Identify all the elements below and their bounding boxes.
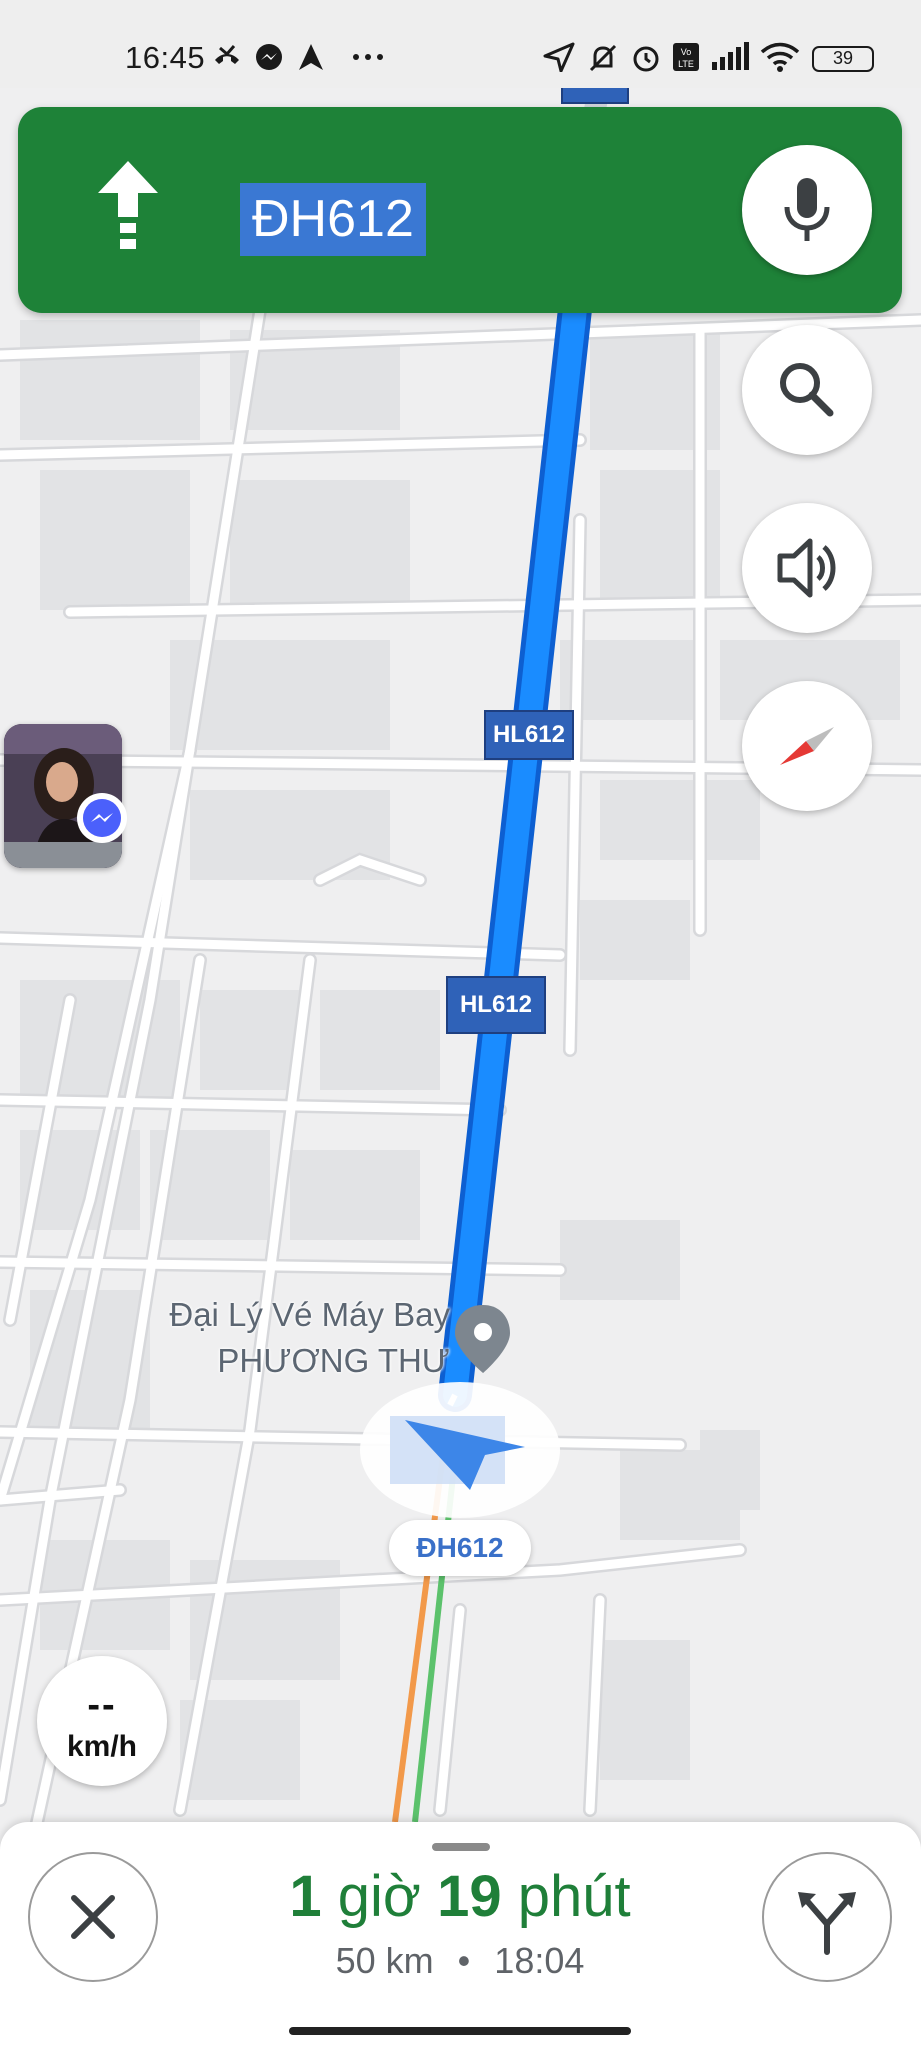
trip-separator: • xyxy=(457,1940,471,1981)
messenger-badge xyxy=(77,793,127,843)
compass-icon xyxy=(780,727,834,765)
road-shield: HL612 xyxy=(484,710,574,760)
mute-bell-icon xyxy=(589,44,617,72)
eta-duration: 1 giờ 19 phút xyxy=(160,1864,760,1930)
svg-text:Vo: Vo xyxy=(681,47,692,57)
eta-minutes: 19 xyxy=(437,1864,502,1929)
home-indicator[interactable] xyxy=(289,2027,631,2035)
sound-button[interactable] xyxy=(742,503,872,633)
signal-icon xyxy=(712,42,749,70)
trip-distance: 50 km xyxy=(335,1940,434,1981)
navigation-screen: HL612 HL612 HL612 Đại Lý Vé Máy Bay PHƯƠ… xyxy=(0,0,921,2048)
close-icon xyxy=(71,1895,115,1939)
alternate-routes-button[interactable] xyxy=(762,1852,892,1982)
messenger-icon xyxy=(83,799,121,837)
missed-call-icon xyxy=(215,45,239,64)
trip-summary-sheet[interactable]: 1 giờ 19 phút 50 km • 18:04 xyxy=(0,1822,921,2048)
current-road-label: ĐH612 xyxy=(389,1520,531,1576)
trip-details: 50 km • 18:04 xyxy=(160,1940,760,1982)
speaker-icon xyxy=(777,538,836,598)
location-icon xyxy=(543,42,575,72)
road-shield: HL612 xyxy=(446,976,546,1034)
speed-value: -- xyxy=(87,1684,117,1726)
search-icon xyxy=(780,363,834,417)
eta-hours-label: giờ xyxy=(337,1864,421,1929)
arrival-time: 18:04 xyxy=(494,1940,585,1981)
search-button[interactable] xyxy=(742,325,872,455)
svg-text:LTE: LTE xyxy=(678,59,694,69)
speedometer: -- km/h xyxy=(37,1656,167,1786)
poi-label[interactable]: Đại Lý Vé Máy Bay PHƯƠNG THƯ xyxy=(120,1292,450,1384)
more-icon xyxy=(353,54,383,60)
fork-routes-icon xyxy=(798,1892,856,1955)
current-location-icon xyxy=(360,1382,560,1518)
navigation-status-icon xyxy=(299,44,323,70)
arrow-straight-icon xyxy=(98,161,158,249)
microphone-icon xyxy=(784,178,830,241)
speed-unit: km/h xyxy=(66,1730,138,1763)
alarm-icon xyxy=(633,46,659,72)
status-time: 16:45 xyxy=(125,40,206,75)
voice-search-button[interactable] xyxy=(742,145,872,275)
battery-icon: 39 xyxy=(812,46,874,72)
eta-minutes-label: phút xyxy=(517,1864,631,1929)
eta-hours: 1 xyxy=(289,1864,322,1929)
exit-navigation-button[interactable] xyxy=(28,1852,158,1982)
status-bar: 16:45 Vo LTE 39 xyxy=(0,0,921,88)
volte-icon: Vo LTE xyxy=(673,43,699,71)
wifi-icon xyxy=(760,42,800,72)
sheet-handle[interactable] xyxy=(432,1843,490,1851)
compass-button[interactable] xyxy=(742,681,872,811)
next-road-name: ĐH612 xyxy=(240,183,426,256)
messenger-icon xyxy=(256,44,282,70)
